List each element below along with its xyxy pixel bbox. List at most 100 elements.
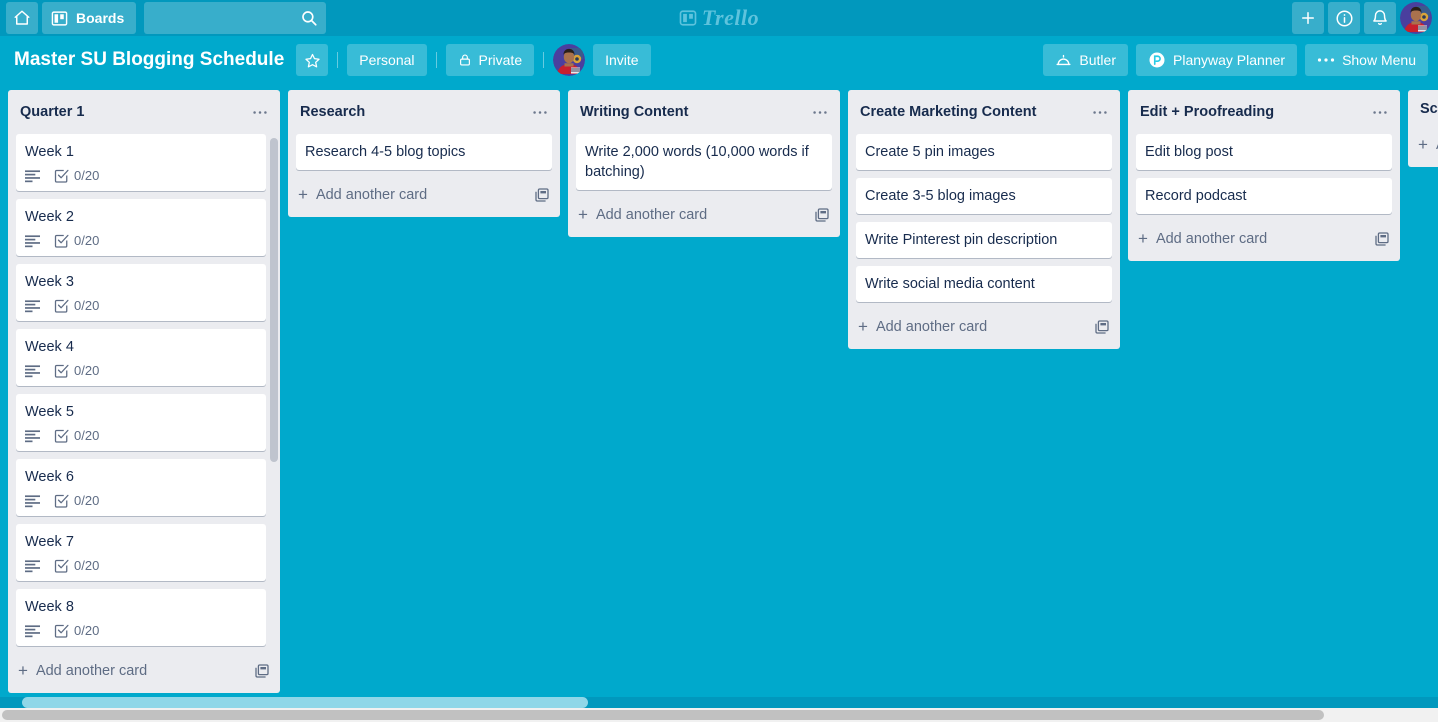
add-button[interactable] bbox=[1292, 2, 1324, 34]
card[interactable]: Record podcast bbox=[1136, 178, 1392, 214]
card[interactable]: Week 8 0/20 bbox=[16, 589, 266, 646]
description-icon bbox=[25, 559, 40, 573]
user-avatar[interactable] bbox=[1400, 2, 1432, 34]
divider bbox=[337, 52, 339, 68]
description-badge bbox=[25, 494, 40, 508]
card[interactable]: Create 3-5 blog images bbox=[856, 178, 1112, 214]
description-icon bbox=[25, 494, 40, 508]
board-bar-actions: Butler Planyway Planner Show Menu bbox=[1043, 44, 1428, 76]
card-badges: 0/20 bbox=[25, 168, 257, 183]
add-card-button[interactable]: + Add another card bbox=[1128, 222, 1400, 253]
divider bbox=[435, 52, 437, 68]
invite-button[interactable]: Invite bbox=[593, 44, 651, 76]
card[interactable]: Week 5 0/20 bbox=[16, 394, 266, 451]
member-avatar[interactable] bbox=[553, 44, 586, 76]
card[interactable]: Write social media content bbox=[856, 266, 1112, 302]
checklist-icon bbox=[54, 428, 69, 443]
board-horizontal-scrollbar[interactable] bbox=[0, 697, 1438, 708]
list-title[interactable]: Edit + Proofreading bbox=[1140, 104, 1368, 120]
card-title: Write 2,000 words (10,000 words if batch… bbox=[585, 144, 809, 180]
page-scroll-thumb[interactable] bbox=[2, 710, 1324, 720]
add-card-button[interactable]: + Add another card bbox=[8, 654, 280, 685]
planyway-planner-button[interactable]: Planyway Planner bbox=[1136, 44, 1298, 76]
list: Writing Content Write 2,000 words (10,000… bbox=[568, 90, 840, 237]
card[interactable]: Week 7 0/20 bbox=[16, 524, 266, 581]
checklist-icon bbox=[54, 493, 69, 508]
card[interactable]: Research 4-5 blog topics bbox=[296, 134, 552, 170]
list-title[interactable]: Research bbox=[300, 104, 528, 120]
checklist-badge: 0/20 bbox=[54, 298, 99, 313]
info-button[interactable] bbox=[1328, 2, 1360, 34]
description-badge bbox=[25, 429, 40, 443]
checklist-badge: 0/20 bbox=[54, 363, 99, 378]
list-title[interactable]: Writing Content bbox=[580, 104, 808, 120]
butler-button[interactable]: Butler bbox=[1043, 44, 1128, 76]
list-vertical-scrollbar[interactable] bbox=[270, 134, 278, 654]
card[interactable]: Week 4 0/20 bbox=[16, 329, 266, 386]
card-badges: 0/20 bbox=[25, 493, 257, 508]
plus-icon bbox=[1299, 9, 1317, 27]
checklist-badge: 0/20 bbox=[54, 558, 99, 573]
board-scroll-thumb[interactable] bbox=[22, 697, 588, 708]
cards-container: Week 1 0/20 Week 2 0/20 Week 3 0/20 Week 4 0/20… bbox=[8, 134, 280, 654]
info-circle-icon bbox=[1335, 9, 1354, 28]
card-badges: 0/20 bbox=[25, 233, 257, 248]
checklist-badge: 0/20 bbox=[54, 493, 99, 508]
search-icon[interactable] bbox=[300, 9, 318, 27]
card[interactable]: Week 3 0/20 bbox=[16, 264, 266, 321]
card-template-icon[interactable] bbox=[1094, 319, 1110, 335]
top-navigation-bar: Boards Trello bbox=[0, 0, 1438, 36]
list-scroll-thumb[interactable] bbox=[270, 138, 278, 462]
checklist-badge: 0/20 bbox=[54, 233, 99, 248]
card[interactable]: Week 6 0/20 bbox=[16, 459, 266, 516]
show-menu-button[interactable]: Show Menu bbox=[1305, 44, 1428, 76]
add-card-button[interactable]: +Add a card bbox=[1408, 128, 1438, 159]
star-board-button[interactable] bbox=[296, 44, 329, 76]
list-menu-button[interactable] bbox=[248, 100, 272, 124]
list-menu-button[interactable] bbox=[808, 100, 832, 124]
list-title[interactable]: Create Marketing Content bbox=[860, 104, 1088, 120]
add-card-button[interactable]: + Add another card bbox=[288, 178, 560, 209]
home-button[interactable] bbox=[6, 2, 38, 34]
checklist-count: 0/20 bbox=[74, 168, 100, 183]
search-box[interactable] bbox=[144, 2, 366, 34]
card[interactable]: Edit blog post bbox=[1136, 134, 1392, 170]
search-input[interactable] bbox=[144, 2, 366, 34]
card-title: Week 3 bbox=[25, 274, 74, 290]
add-card-button[interactable]: + Add another card bbox=[568, 198, 840, 229]
butler-dome-icon bbox=[1055, 53, 1072, 68]
notifications-button[interactable] bbox=[1364, 2, 1396, 34]
list-menu-button[interactable] bbox=[528, 100, 552, 124]
team-button[interactable]: Personal bbox=[347, 44, 427, 76]
list-title[interactable]: Quarter 1 bbox=[20, 104, 248, 120]
visibility-button[interactable]: Private bbox=[445, 44, 535, 76]
board-title[interactable]: Master SU Blogging Schedule bbox=[14, 49, 284, 71]
card-template-icon[interactable] bbox=[534, 187, 550, 203]
page-horizontal-scrollbar[interactable] bbox=[0, 708, 1438, 722]
card[interactable]: Write 2,000 words (10,000 words if batch… bbox=[576, 134, 832, 190]
boards-grid-icon bbox=[51, 10, 68, 27]
card[interactable]: Write Pinterest pin description bbox=[856, 222, 1112, 258]
list-menu-button[interactable] bbox=[1088, 100, 1112, 124]
card[interactable]: Create 5 pin images bbox=[856, 134, 1112, 170]
card[interactable]: Week 1 0/20 bbox=[16, 134, 266, 191]
card[interactable]: Week 2 0/20 bbox=[16, 199, 266, 256]
bell-icon bbox=[1371, 9, 1389, 27]
list: Sc +Add a card bbox=[1408, 90, 1438, 167]
description-icon bbox=[25, 429, 40, 443]
description-badge bbox=[25, 299, 40, 313]
card-template-icon[interactable] bbox=[814, 207, 830, 223]
list-header: Edit + Proofreading bbox=[1128, 90, 1400, 134]
card-template-icon[interactable] bbox=[254, 663, 270, 679]
description-badge bbox=[25, 169, 40, 183]
checklist-badge: 0/20 bbox=[54, 168, 99, 183]
list-menu-button[interactable] bbox=[1368, 100, 1392, 124]
boards-button[interactable]: Boards bbox=[42, 2, 137, 34]
card-title: Write Pinterest pin description bbox=[865, 232, 1058, 248]
checklist-icon bbox=[54, 363, 69, 378]
card-template-icon[interactable] bbox=[1374, 231, 1390, 247]
add-card-button[interactable]: + Add another card bbox=[848, 310, 1120, 341]
description-badge bbox=[25, 364, 40, 378]
butler-label: Butler bbox=[1079, 52, 1116, 68]
list-title[interactable]: Sc bbox=[1420, 101, 1438, 117]
